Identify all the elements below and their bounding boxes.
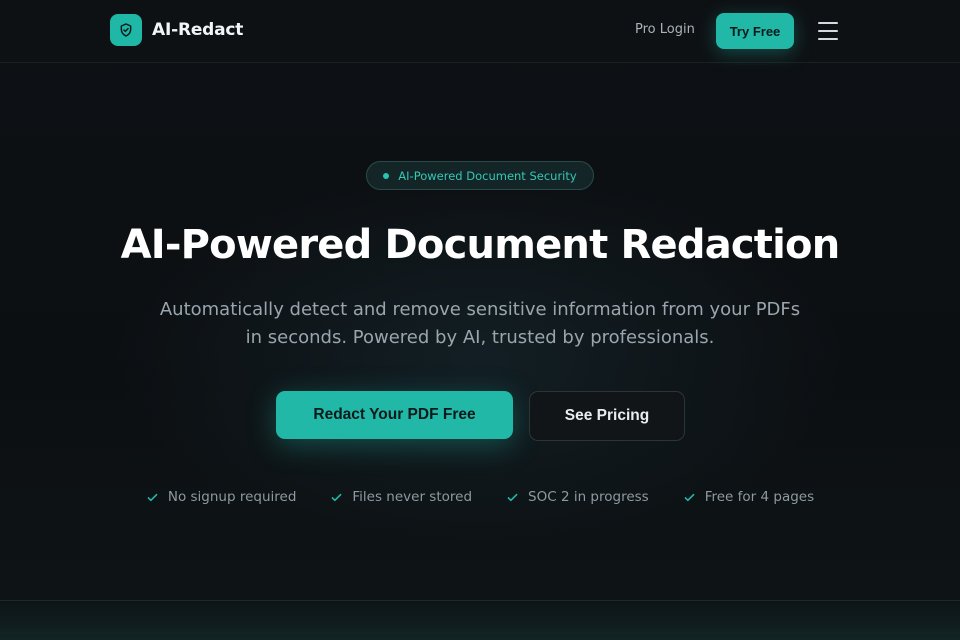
feature-label: Files never stored — [352, 489, 473, 505]
brand-name: AI-Redact — [152, 20, 244, 40]
badge-dot-icon — [383, 172, 390, 179]
badge-label: AI-Powered Document Security — [398, 168, 577, 183]
feature-item: No signup required — [146, 489, 297, 505]
feature-item: SOC 2 in progress — [506, 489, 649, 505]
feature-list: No signup required Files never stored SO… — [0, 489, 960, 505]
feature-label: No signup required — [167, 489, 297, 505]
brand-logo — [110, 14, 142, 46]
hero-subtitle-line-2: in seconds. Powered by AI, trusted by pr… — [245, 327, 715, 348]
feature-badge: AI-Powered Document Security — [366, 161, 594, 190]
shield-icon — [120, 23, 132, 37]
try-free-button[interactable]: Try Free — [716, 13, 794, 49]
hamburger-menu-icon[interactable] — [818, 22, 838, 40]
hero-title: AI-Powered Document Redaction — [120, 222, 841, 268]
check-icon — [507, 493, 518, 501]
hero-subtitle-line-1: Automatically detect and remove sensitiv… — [159, 299, 801, 320]
hero-subtitle: Automatically detect and remove sensitiv… — [130, 296, 830, 352]
check-icon — [147, 493, 158, 501]
feature-label: SOC 2 in progress — [528, 489, 649, 505]
feature-item: Files never stored — [330, 489, 472, 505]
check-icon — [684, 493, 695, 501]
brand-link[interactable]: AI-Redact — [110, 14, 243, 46]
top-nav: AI-Redact Pro Login Try Free — [0, 0, 960, 63]
redact-pdf-button[interactable]: Redact Your PDF Free — [276, 391, 513, 439]
bottom-section-edge — [0, 600, 960, 640]
feature-label: Free for 4 pages — [704, 489, 815, 505]
pro-login-link[interactable]: Pro Login — [635, 22, 695, 37]
feature-item: Free for 4 pages — [683, 489, 814, 505]
check-icon — [332, 493, 342, 501]
see-pricing-button[interactable]: See Pricing — [529, 391, 685, 441]
